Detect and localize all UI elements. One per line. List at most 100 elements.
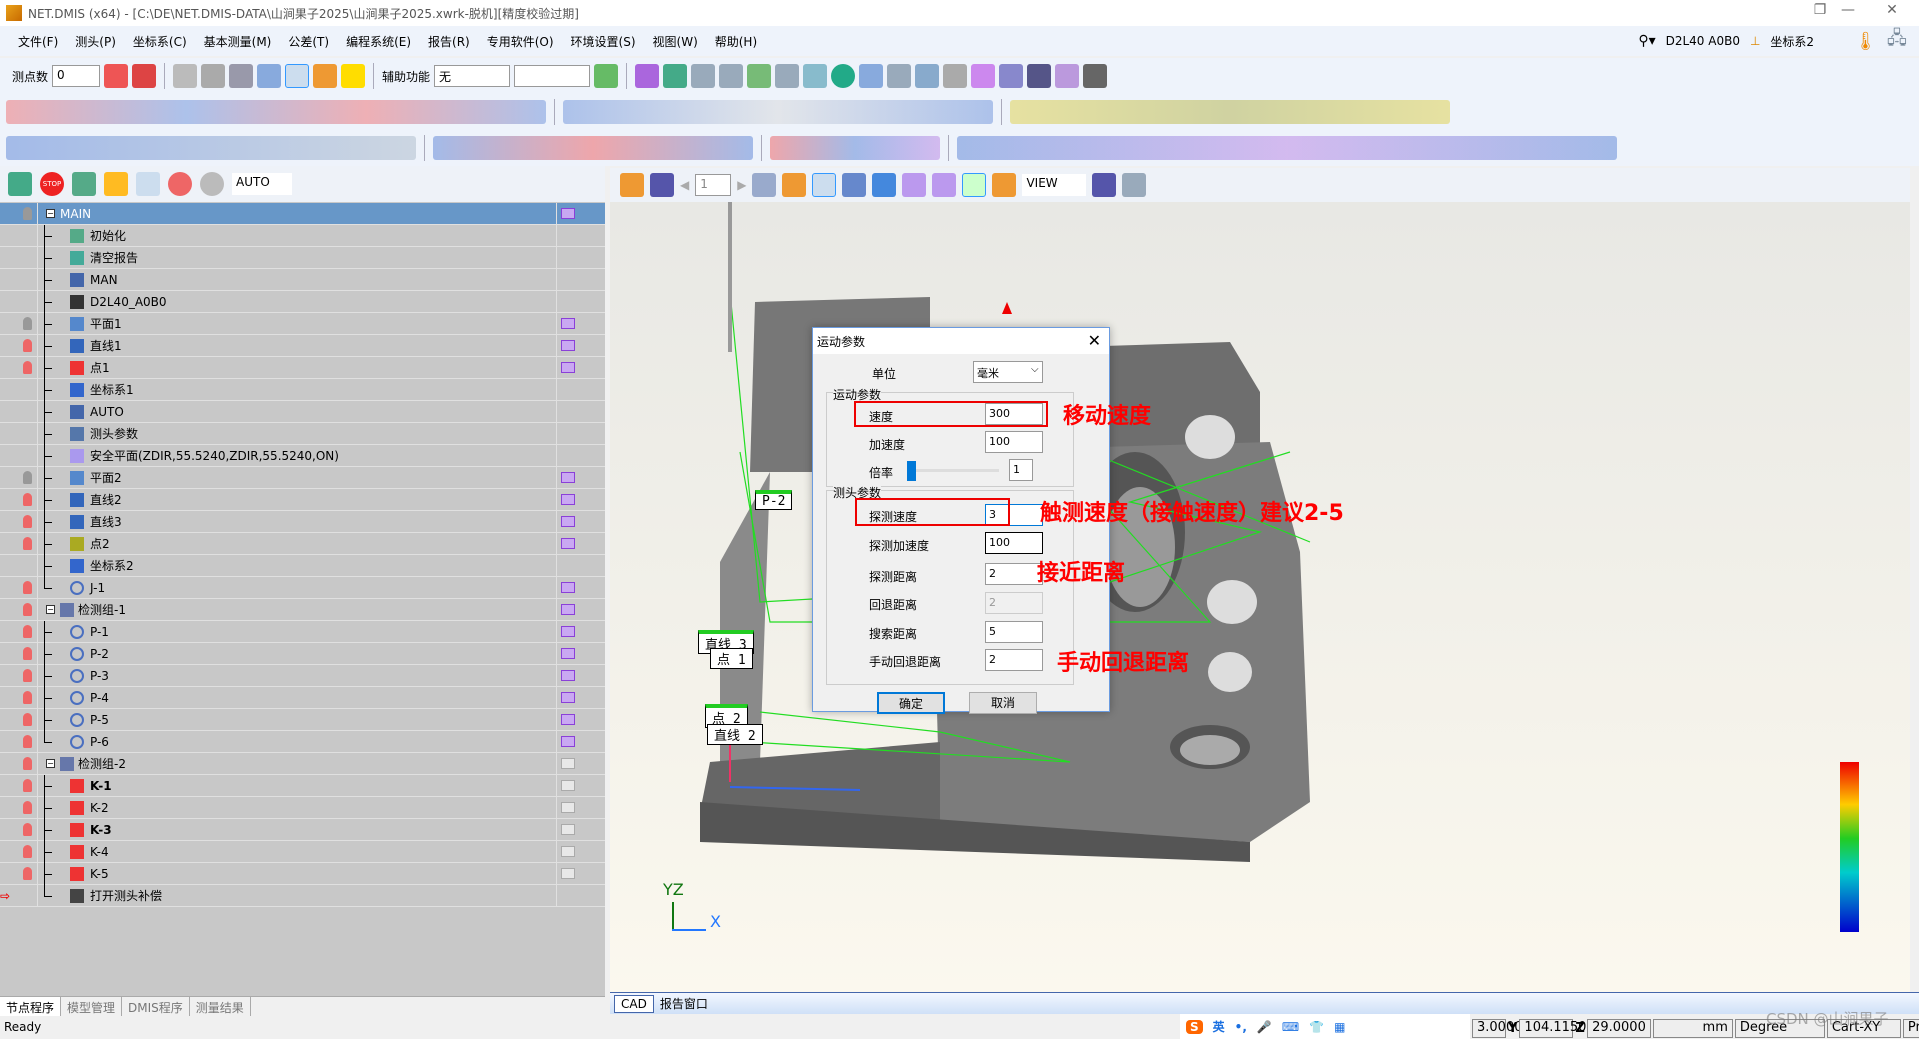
microphone-icon[interactable]: 🎤 [1257, 1020, 1272, 1034]
tab-model-manage[interactable]: 模型管理 [61, 997, 123, 1016]
visibility-toggle[interactable] [18, 400, 38, 423]
report-table-icon[interactable] [561, 846, 575, 857]
bulb-icon[interactable] [23, 339, 32, 352]
visibility-toggle[interactable] [18, 730, 38, 753]
run-mode-select[interactable]: AUTO [232, 173, 292, 195]
maximize-button[interactable]: ❐ [1800, 2, 1840, 22]
visibility-toggle[interactable] [18, 290, 38, 313]
visibility-toggle[interactable] [18, 576, 38, 599]
visibility-toggle[interactable] [18, 642, 38, 665]
tab-report-window[interactable]: 报告窗口 [654, 994, 714, 1013]
probe-icon[interactable]: ⚲▾ [1638, 33, 1655, 49]
lock-icon[interactable] [594, 64, 619, 88]
label-line2[interactable]: 直线 2 [707, 724, 763, 745]
tree-item[interactable]: 坐标系1 [0, 378, 605, 401]
bulb-icon[interactable] [23, 823, 32, 836]
warning-icon[interactable] [341, 64, 366, 88]
tree-item[interactable]: P-3 [0, 664, 605, 687]
report-table-icon[interactable] [561, 340, 575, 351]
visibility-toggle[interactable] [18, 488, 38, 511]
probe-accel-input[interactable]: 100 [985, 532, 1043, 554]
report-table-icon[interactable] [561, 670, 575, 681]
cancel-button[interactable]: 取消 [969, 692, 1037, 714]
arrow-icon[interactable] [229, 64, 254, 88]
erase-point-icon[interactable] [104, 64, 129, 88]
tree-item[interactable]: − 检测组-2 [0, 752, 605, 775]
visibility-toggle[interactable] [18, 708, 38, 731]
collapse-toggle-icon[interactable]: − [46, 605, 55, 614]
analysis-icons[interactable] [770, 136, 940, 160]
dmis-select-icon[interactable] [932, 173, 957, 197]
visibility-toggle[interactable] [18, 664, 38, 687]
visibility-toggle[interactable] [18, 554, 38, 577]
accel-input[interactable]: 100 [985, 431, 1043, 453]
bulb-icon[interactable] [23, 691, 32, 704]
bulb-icon[interactable] [23, 361, 32, 374]
magic-icon[interactable] [943, 64, 968, 88]
menu-measure[interactable]: 基本测量(M) [204, 33, 272, 50]
close-button[interactable]: ✕ [1872, 2, 1912, 22]
bulb-icon[interactable] [23, 845, 32, 858]
next-page-icon[interactable]: ▶ [737, 178, 746, 192]
bulb-icon[interactable] [23, 471, 32, 484]
thermometer-icon[interactable]: 🌡 [1854, 31, 1877, 52]
punctuation-icon[interactable]: •, [1235, 1020, 1247, 1034]
report-table-icon[interactable] [561, 604, 575, 615]
points-count-input[interactable]: 0 [52, 65, 101, 87]
visibility-toggle[interactable] [18, 334, 38, 357]
tree-item[interactable]: P-4 [0, 686, 605, 709]
bulb-icon[interactable] [23, 581, 32, 594]
tree-item[interactable]: AUTO [0, 400, 605, 423]
tree-item[interactable]: P-6 [0, 730, 605, 753]
report-table-icon[interactable] [561, 626, 575, 637]
menu-probe[interactable]: 测头(P) [75, 33, 116, 50]
report-table-icon[interactable] [561, 318, 575, 329]
visibility-toggle[interactable] [18, 422, 38, 445]
surface-icons[interactable] [433, 136, 753, 160]
bulb-icon[interactable] [23, 317, 32, 330]
tree-item[interactable]: − MAIN [0, 202, 605, 225]
home-icon[interactable] [313, 64, 338, 88]
probe-comp-select[interactable]: Prob-On [1902, 1019, 1919, 1038]
probe-distance-input[interactable]: 2 [985, 563, 1043, 585]
current-probe[interactable]: D2L40 A0B0 [1666, 34, 1740, 48]
paint-icon[interactable] [635, 64, 660, 88]
menu-report[interactable]: 报告(R) [428, 33, 470, 50]
tree-item[interactable]: 坐标系2 [0, 554, 605, 577]
menu-settings[interactable]: 环境设置(S) [571, 33, 636, 50]
tree-item[interactable]: 点1 [0, 356, 605, 379]
menu-tolerance[interactable]: 公差(T) [288, 33, 329, 50]
visibility-toggle[interactable] [18, 774, 38, 797]
visibility-toggle[interactable] [18, 598, 38, 621]
bulb-icon[interactable] [23, 537, 32, 550]
report-table-icon[interactable] [561, 714, 575, 725]
tree-item[interactable]: 平面1 [0, 312, 605, 335]
tree-item[interactable]: 直线2 [0, 488, 605, 511]
report-table-icon[interactable] [561, 208, 575, 219]
view-probe-icon[interactable] [620, 173, 644, 197]
prev-page-icon[interactable]: ◀ [680, 178, 689, 192]
label-point1[interactable]: 点 1 [710, 648, 753, 669]
zoom-icon[interactable] [719, 64, 744, 88]
visibility-toggle[interactable] [18, 356, 38, 379]
visibility-toggle[interactable] [18, 312, 38, 335]
pan-icon[interactable] [663, 64, 688, 88]
erase-all-points-icon[interactable] [132, 64, 157, 88]
step-icon[interactable] [72, 172, 96, 196]
collapse-toggle-icon[interactable]: − [46, 209, 55, 218]
visibility-toggle[interactable] [18, 884, 38, 907]
tolerance-icons[interactable] [957, 136, 1617, 160]
ratio-slider[interactable] [909, 469, 999, 472]
tree-item[interactable]: 点2 [0, 532, 605, 555]
search-distance-input[interactable]: 5 [985, 621, 1043, 643]
record-icon[interactable] [136, 172, 160, 196]
report-table-icon[interactable] [561, 780, 575, 791]
ratio-input[interactable]: 1 [1009, 459, 1033, 481]
tree-item[interactable]: J-1 [0, 576, 605, 599]
tree-item[interactable]: 安全平面(ZDIR,55.5240,ZDIR,55.5240,ON) [0, 444, 605, 467]
bulb-icon[interactable] [23, 603, 32, 616]
report-table-icon[interactable] [561, 868, 575, 879]
menu-help[interactable]: 帮助(H) [715, 33, 757, 50]
tab-dmis-program[interactable]: DMIS程序 [122, 997, 190, 1016]
visibility-toggle[interactable] [18, 268, 38, 291]
